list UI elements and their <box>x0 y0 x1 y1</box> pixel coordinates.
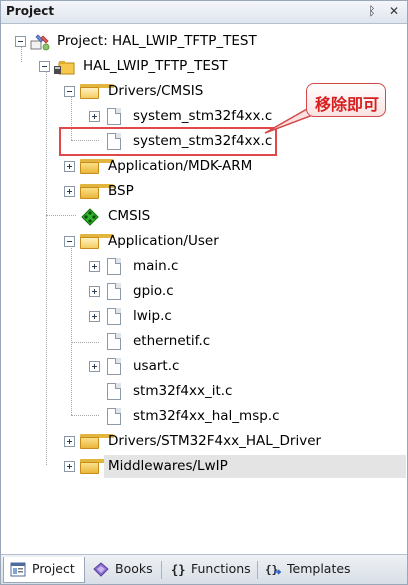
expand-toggle[interactable] <box>89 111 100 122</box>
collapse-toggle[interactable] <box>15 36 26 47</box>
tree-item-label: main.c <box>133 258 179 274</box>
file-icon <box>107 308 121 325</box>
expand-toggle[interactable] <box>89 286 100 297</box>
expand-toggle[interactable] <box>64 461 75 472</box>
tree-item-cmsis-component[interactable]: CMSIS <box>1 204 407 229</box>
tree-item-label: usart.c <box>133 358 180 374</box>
tree-item-file[interactable]: main.c <box>1 254 407 279</box>
folder-icon <box>80 459 114 474</box>
tab-project[interactable]: Project <box>3 557 85 583</box>
tree-item-label: Project: HAL_LWIP_TFTP_TEST <box>57 33 257 49</box>
annotation-callout: 移除即可 <box>306 83 386 117</box>
tree-item-group-hal-driver[interactable]: Drivers/STM32F4xx_HAL_Driver <box>1 429 407 454</box>
file-icon <box>107 108 121 125</box>
tree-item-file[interactable]: usart.c <box>1 354 407 379</box>
tree-item-label: Drivers/CMSIS <box>108 83 204 99</box>
highlight-box <box>59 127 277 156</box>
tree-item-label: Drivers/STM32F4xx_HAL_Driver <box>108 433 322 449</box>
tree-item-label: ethernetif.c <box>133 333 211 349</box>
tree-item-group-app-mdk[interactable]: Application/MDK-ARM <box>1 154 407 179</box>
tree-item-label: Application/MDK-ARM <box>108 158 253 174</box>
tree-item-group-middlewares[interactable]: Middlewares/LwIP <box>1 454 407 479</box>
tab-books[interactable]: Books <box>87 557 162 583</box>
tree-item-group-bsp[interactable]: BSP <box>1 179 407 204</box>
expand-toggle[interactable] <box>89 311 100 322</box>
panel-title: Project <box>6 4 55 18</box>
folder-icon <box>80 434 114 449</box>
tab-label: Functions <box>191 561 251 576</box>
panel-title-bar: Project ᛒ ✕ <box>1 1 407 24</box>
tree-item-label: Middlewares/LwIP <box>108 458 228 474</box>
braces-icon: {} <box>171 563 185 577</box>
svg-text:{}: {} <box>265 563 278 576</box>
folder-icon <box>80 184 114 199</box>
expand-toggle[interactable] <box>64 436 75 447</box>
file-icon <box>107 333 121 350</box>
expand-toggle[interactable] <box>89 261 100 272</box>
file-icon <box>107 383 121 400</box>
close-icon[interactable]: ✕ <box>387 4 401 19</box>
tab-label: Books <box>115 561 153 576</box>
tree-item-target[interactable]: HAL_LWIP_TFTP_TEST <box>1 54 407 79</box>
tree-item-label: Application/User <box>108 233 219 249</box>
tree-item-label: HAL_LWIP_TFTP_TEST <box>83 58 228 74</box>
pin-icon[interactable]: ᛒ <box>365 4 379 19</box>
collapse-toggle[interactable] <box>64 86 75 97</box>
tree-item-file[interactable]: lwip.c <box>1 304 407 329</box>
expand-toggle[interactable] <box>64 186 75 197</box>
books-icon <box>93 562 109 577</box>
target-icon <box>54 61 75 75</box>
tree-item-file[interactable]: ethernetif.c <box>1 329 407 354</box>
bottom-tab-bar: Project Books {} Functions {} Templates <box>1 554 407 584</box>
project-panel: Project ᛒ ✕ Project: HAL_LWIP_TFTP_TEST <box>0 0 408 585</box>
tab-templates[interactable]: {} Templates <box>259 557 357 583</box>
tree-item-file[interactable]: stm32f4xx_it.c <box>1 379 407 404</box>
callout-text: 移除即可 <box>314 95 379 114</box>
folder-open-icon <box>80 84 114 99</box>
collapse-toggle[interactable] <box>64 236 75 247</box>
file-icon <box>107 283 121 300</box>
tree-item-project-root[interactable]: Project: HAL_LWIP_TFTP_TEST <box>1 29 407 54</box>
project-tab-icon <box>10 562 26 577</box>
tab-label: Templates <box>287 561 351 576</box>
folder-open-icon <box>80 234 114 249</box>
file-icon <box>107 358 121 375</box>
expand-toggle[interactable] <box>89 361 100 372</box>
tree-item-label: stm32f4xx_it.c <box>133 383 233 399</box>
tree-item-label: stm32f4xx_hal_msp.c <box>133 408 280 424</box>
cmsis-gem-icon <box>81 208 99 226</box>
template-icon: {} <box>265 563 281 576</box>
tree-item-group-app-user[interactable]: Application/User <box>1 229 407 254</box>
tree-item-label: system_stm32f4xx.c <box>133 108 273 124</box>
tab-functions[interactable]: {} Functions <box>163 557 258 583</box>
tree-item-file[interactable]: stm32f4xx_hal_msp.c <box>1 404 407 429</box>
tree-item-file[interactable]: gpio.c <box>1 279 407 304</box>
tree-item-label: gpio.c <box>133 283 174 299</box>
tree-item-label: lwip.c <box>133 308 172 324</box>
file-icon <box>107 258 121 275</box>
collapse-toggle[interactable] <box>39 61 50 72</box>
tree-item-label: CMSIS <box>108 208 151 224</box>
tree-item-label: BSP <box>108 183 134 199</box>
tab-label: Project <box>32 561 75 576</box>
expand-toggle[interactable] <box>64 161 75 172</box>
folder-icon <box>80 159 114 174</box>
file-icon <box>107 408 121 425</box>
project-root-icon <box>30 34 50 51</box>
svg-text:{}: {} <box>171 563 185 577</box>
